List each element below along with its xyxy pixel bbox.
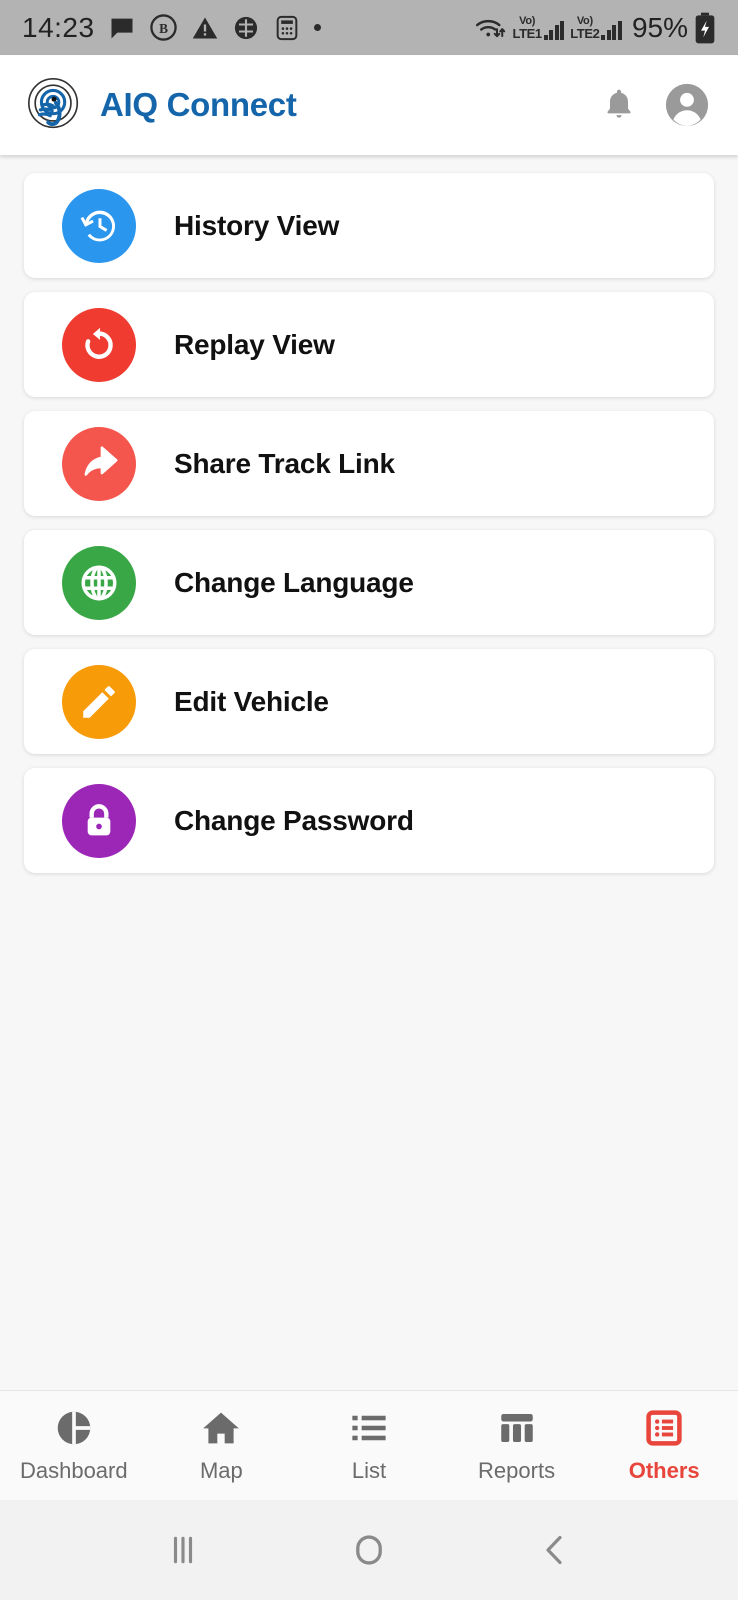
globe-icon	[62, 545, 136, 620]
menu-item-change-language[interactable]: Change Language	[24, 530, 714, 635]
status-bar-right: Vo) LTE1 Vo) LTE2 95%	[473, 12, 716, 44]
status-time: 14:23	[22, 11, 95, 43]
menu-item-edit-vehicle[interactable]: Edit Vehicle	[24, 649, 714, 754]
menu-item-label: Change Password	[174, 804, 414, 836]
app-header: AIQ Connect	[0, 55, 738, 155]
nav-item-map[interactable]: Map	[148, 1407, 296, 1484]
nav-label: Dashboard	[19, 1458, 128, 1483]
svg-text:B: B	[159, 21, 168, 36]
status-bar: 14:23 B Vo) LTE1 Vo) LTE2 95%	[0, 0, 738, 55]
replay-arrow-icon	[62, 307, 136, 382]
menu-item-replay-view[interactable]: Replay View	[24, 292, 714, 397]
menu-item-share-track-link[interactable]: Share Track Link	[24, 411, 714, 516]
back-chevron-icon[interactable]	[515, 1520, 595, 1580]
app-title: AIQ Connect	[100, 86, 297, 123]
battery-charging-icon	[694, 12, 716, 44]
nav-label: Reports	[478, 1458, 556, 1483]
wifi-transfer-icon	[473, 14, 507, 42]
phone-screen: 14:23 B Vo) LTE1 Vo) LTE2 95% AIQ Connec…	[0, 0, 738, 1600]
home-button-icon[interactable]	[329, 1520, 409, 1580]
warning-triangle-icon	[191, 14, 219, 42]
list-box-icon	[643, 1407, 685, 1449]
history-clock-icon	[62, 188, 136, 263]
signal-bars-icon	[543, 20, 565, 40]
menu-item-change-password[interactable]: Change Password	[24, 768, 714, 873]
share-forward-icon	[62, 426, 136, 501]
message-bubble-icon	[108, 14, 136, 42]
sim1-volte-label: Vo) LTE1	[512, 14, 543, 41]
account-circle-icon[interactable]	[664, 82, 710, 128]
menu-item-label: Edit Vehicle	[174, 685, 329, 717]
bell-icon[interactable]	[600, 86, 638, 124]
nav-label: Map	[199, 1458, 243, 1483]
brand: AIQ Connect	[24, 74, 297, 136]
home-icon	[200, 1407, 242, 1449]
sim2-volte-label: Vo) LTE2	[570, 14, 600, 41]
menu-item-label: Share Track Link	[174, 447, 395, 479]
circle-slash-icon	[232, 14, 260, 42]
nav-label: Others	[628, 1458, 700, 1483]
recent-apps-icon[interactable]	[143, 1520, 223, 1580]
table-icon	[496, 1407, 538, 1449]
app-header-actions	[600, 82, 710, 128]
menu-item-history-view[interactable]: History View	[24, 173, 714, 278]
nav-label: List	[351, 1458, 387, 1483]
bluetooth-b-badge-icon: B	[149, 13, 178, 42]
aiq-connect-logo	[24, 74, 86, 136]
nav-item-list[interactable]: List	[295, 1407, 443, 1484]
nav-item-dashboard[interactable]: Dashboard	[0, 1407, 148, 1484]
calculator-icon	[273, 14, 301, 42]
lock-icon	[62, 783, 136, 858]
dot-icon	[313, 24, 321, 31]
menu-item-label: Change Language	[174, 566, 414, 598]
sim2-signal: Vo) LTE2	[570, 14, 622, 41]
nav-item-others[interactable]: Others	[590, 1407, 738, 1484]
signal-bars-icon	[601, 20, 622, 40]
sim1-signal: Vo) LTE1	[512, 14, 565, 41]
menu-list: History View Replay View Share Track Lin…	[0, 155, 738, 1390]
pencil-icon	[62, 664, 136, 739]
battery-percent: 95%	[631, 11, 688, 43]
menu-item-label: History View	[174, 209, 340, 241]
system-navigation-bar	[0, 1500, 738, 1600]
pie-chart-icon	[53, 1407, 95, 1449]
nav-item-reports[interactable]: Reports	[443, 1407, 591, 1484]
bottom-navigation: Dashboard Map List Reports Others	[0, 1390, 738, 1500]
menu-item-label: Replay View	[174, 328, 335, 360]
status-bar-left: 14:23 B	[22, 12, 321, 44]
list-icon	[348, 1407, 390, 1449]
